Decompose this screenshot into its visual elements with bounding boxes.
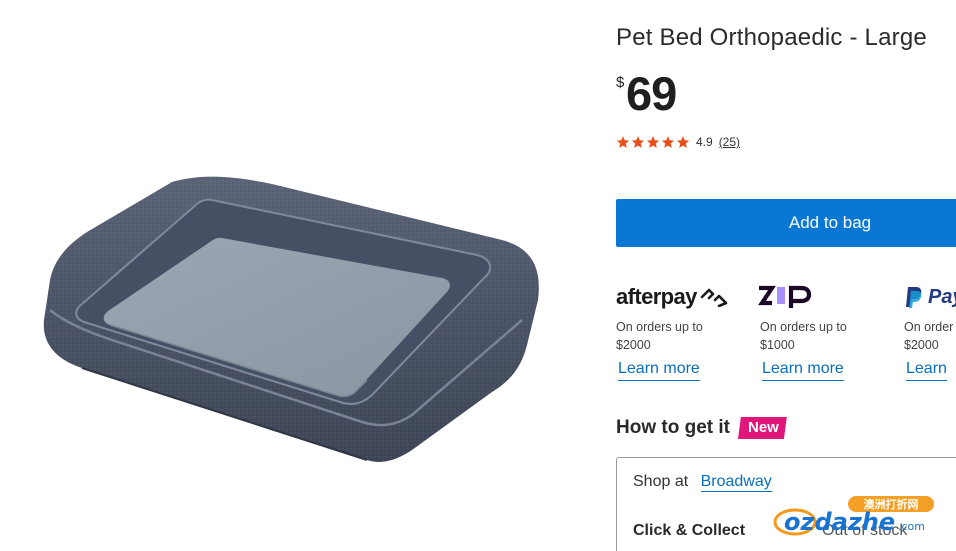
afterpay-logo: afterpay [616,280,756,314]
product-rating: 4.9 (25) [616,135,740,149]
rating-stars [616,135,690,149]
shop-at-row: Shop at Broadway [633,473,772,492]
add-to-bag-button[interactable]: Add to bag [616,199,956,247]
star-icon [631,136,645,148]
zip-description: On orders up to $1000 [760,318,900,354]
zip-option: zip On orders up to $1000 Learn more [758,280,900,381]
zip-desc-line2: $1000 [760,338,795,352]
add-to-bag-label: Add to bag [788,213,872,232]
review-count-link[interactable]: (25) [719,135,740,149]
afterpay-logo-text: afterpay [616,284,697,309]
paypal-desc-line2: $2000 [904,338,939,352]
paypal-logo: Pay [904,280,956,314]
paypal-logo-text: Pay [928,285,956,308]
afterpay-desc-line1: On orders up to [616,320,703,334]
zip-logo-icon [758,285,812,308]
product-title: Pet Bed Orthopaedic - Large [616,24,927,51]
paypal-desc-line1: On order [904,320,954,334]
star-icon [616,136,630,148]
afterpay-option: afterpay On orders up to $2000 Learn mor… [616,280,756,381]
zip-desc-line1: On orders up to [760,320,847,334]
shop-at-label: Shop at [633,473,689,490]
price-currency: $ [616,74,625,91]
product-image [43,176,539,462]
afterpay-desc-line2: $2000 [616,338,651,352]
afterpay-arrows-icon [700,288,728,307]
fulfilment-box: Shop at Broadway Click & Collect Out of … [616,457,956,551]
paypal-option: Pay On order $2000 Learn [904,280,956,381]
how-to-get-it-section: How to get it New [616,417,787,439]
product-page: Pet Bed Orthopaedic - Large $ 69 4.9 (25… [0,0,956,551]
star-icon [676,136,690,148]
store-selector-link[interactable]: Broadway [700,473,772,492]
new-badge: New [737,417,787,439]
rating-value: 4.9 [696,135,713,149]
paypal-description: On order $2000 [904,318,956,354]
price-amount: 69 [626,67,677,120]
afterpay-description: On orders up to $2000 [616,318,756,354]
paypal-icon [906,287,922,308]
how-to-get-it-heading: How to get it [616,417,730,438]
click-collect-stock-status: Out of stock [822,522,908,539]
paypal-learn-more-link[interactable]: Learn [906,360,947,381]
zip-learn-more-link[interactable]: Learn more [762,360,844,381]
star-icon [646,136,660,148]
star-icon [661,136,675,148]
afterpay-learn-more-link[interactable]: Learn more [618,360,700,381]
click-collect-label: Click & Collect [633,522,746,539]
zip-logo: zip [758,280,900,314]
